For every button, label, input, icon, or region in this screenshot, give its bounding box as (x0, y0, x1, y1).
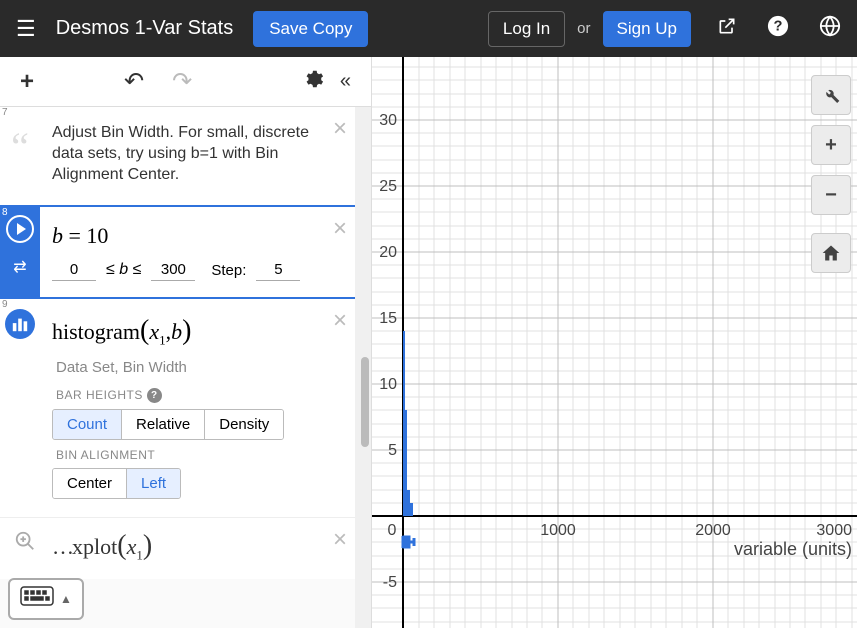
note-text[interactable]: Adjust Bin Width. For small, discrete da… (48, 113, 365, 199)
bin-alignment-segmented: Center Left (52, 468, 181, 499)
histogram-icon (5, 309, 35, 339)
slider-mode-icon[interactable]: ⇄ (13, 257, 26, 277)
delete-expression-button[interactable]: × (333, 115, 347, 143)
slider-min-input[interactable] (52, 259, 96, 281)
wrench-settings-button[interactable] (811, 75, 851, 115)
help-icon[interactable]: ? (763, 11, 793, 47)
svg-text:30: 30 (379, 112, 397, 129)
main-area: + ↶ ↷ « 7 “ × Adjust Bin Width. For smal… (0, 57, 857, 628)
expression-sidebar: + ↶ ↷ « 7 “ × Adjust Bin Width. For smal… (0, 57, 372, 628)
svg-text:1000: 1000 (540, 522, 576, 539)
signup-button[interactable]: Sign Up (603, 11, 691, 47)
svg-text:2000: 2000 (695, 522, 731, 539)
slider-step-input[interactable] (256, 259, 300, 281)
expression-boxplot[interactable]: × …xplot(x1) (0, 517, 371, 579)
histogram-icon-column[interactable] (0, 299, 40, 516)
slider-icon-column: ⇄ (0, 207, 40, 297)
expression-index: 8 (2, 207, 8, 218)
save-copy-button[interactable]: Save Copy (253, 11, 368, 47)
expression-slider[interactable]: 8 ⇄ × b = 10 ≤ b ≤ Step: (0, 205, 371, 299)
bar-heights-segmented: Count Relative Density (52, 409, 284, 440)
login-button[interactable]: Log In (488, 11, 565, 47)
slider-max-input[interactable] (151, 259, 195, 281)
graph-canvas[interactable]: 30 25 20 15 10 5 -5 0 1000 2000 3000 (372, 57, 857, 628)
language-icon[interactable] (815, 11, 845, 47)
app-header: ☰ Desmos 1-Var Stats Save Copy Log In or… (0, 0, 857, 57)
bar-heights-density[interactable]: Density (205, 410, 283, 439)
bar-heights-label: BAR HEIGHTS ? (52, 380, 361, 409)
delete-expression-button[interactable]: × (333, 215, 347, 243)
share-icon[interactable] (713, 12, 741, 46)
slider-formula[interactable]: b = 10 (48, 213, 365, 255)
keypad-toggle-button[interactable]: ▲ (8, 578, 84, 620)
bar-heights-count[interactable]: Count (53, 410, 122, 439)
bin-align-left[interactable]: Left (127, 469, 180, 498)
help-icon[interactable]: ? (147, 388, 162, 403)
zoom-fit-button[interactable] (14, 530, 36, 558)
note-icon-column: “ (0, 107, 40, 205)
home-zoom-button[interactable] (811, 233, 851, 273)
settings-gear-icon[interactable] (292, 62, 334, 102)
or-text: or (577, 20, 590, 37)
expression-histogram[interactable]: 9 × histogram(x1,b) Data Set, Bin Width … (0, 299, 371, 516)
add-expression-button[interactable]: + (10, 62, 44, 102)
delete-expression-button[interactable]: × (333, 526, 347, 554)
scrollbar-thumb[interactable] (361, 357, 369, 447)
expression-note: 7 “ × Adjust Bin Width. For small, discr… (0, 107, 371, 205)
page-title: Desmos 1-Var Stats (56, 17, 233, 40)
svg-text:3000: 3000 (816, 522, 852, 539)
collapse-sidebar-icon[interactable]: « (334, 64, 361, 99)
menu-icon[interactable]: ☰ (12, 12, 40, 46)
redo-button[interactable]: ↷ (162, 61, 202, 102)
svg-text:10: 10 (379, 376, 397, 393)
boxplot-formula[interactable]: …xplot(x1) (48, 524, 365, 573)
svg-text:0: 0 (388, 522, 397, 539)
zoom-out-button[interactable]: − (811, 175, 851, 215)
bin-align-center[interactable]: Center (53, 469, 127, 498)
svg-text:?: ? (774, 18, 783, 34)
svg-text:5: 5 (388, 442, 397, 459)
expression-toolbar: + ↶ ↷ « (0, 57, 371, 107)
svg-text:25: 25 (379, 178, 397, 195)
quote-icon: “ (11, 113, 29, 157)
scrollbar-track[interactable] (355, 107, 371, 628)
expression-list: 7 “ × Adjust Bin Width. For small, discr… (0, 107, 371, 628)
histogram-caption: Data Set, Bin Width (52, 355, 361, 380)
chevron-up-icon: ▲ (60, 592, 72, 606)
keyboard-icon (20, 586, 54, 612)
histogram-formula[interactable]: histogram(x1,b) (48, 305, 365, 354)
step-label: Step: (211, 262, 246, 279)
x-axis-label: variable (units) (734, 539, 852, 559)
graph-svg: 30 25 20 15 10 5 -5 0 1000 2000 3000 (372, 57, 857, 628)
delete-expression-button[interactable]: × (333, 307, 347, 335)
undo-button[interactable]: ↶ (114, 61, 154, 102)
svg-text:15: 15 (379, 310, 397, 327)
svg-text:20: 20 (379, 244, 397, 261)
svg-text:-5: -5 (383, 574, 397, 591)
bar-heights-relative[interactable]: Relative (122, 410, 205, 439)
graph-side-tools: + − (811, 75, 851, 273)
slider-bounds: ≤ b ≤ Step: (48, 255, 365, 291)
leq-label: ≤ b ≤ (106, 261, 141, 279)
play-slider-button[interactable] (6, 215, 34, 243)
bin-alignment-label: BIN ALIGNMENT (52, 440, 361, 468)
zoom-in-button[interactable]: + (811, 125, 851, 165)
